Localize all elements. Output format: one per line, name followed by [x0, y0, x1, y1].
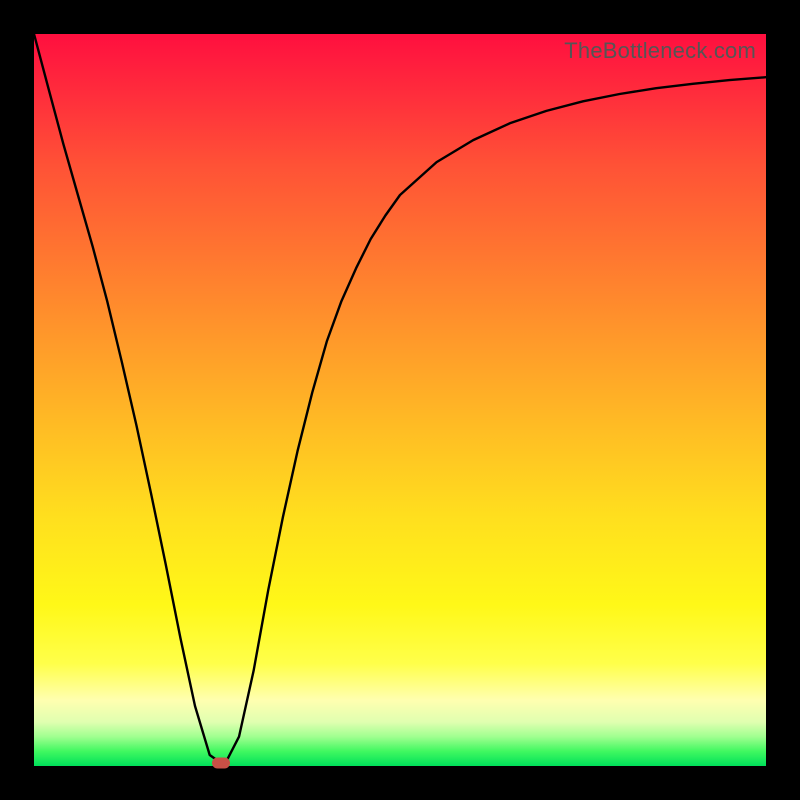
watermark-text: TheBottleneck.com — [564, 38, 756, 64]
bottleneck-curve — [34, 34, 766, 766]
chart-frame: TheBottleneck.com — [0, 0, 800, 800]
optimal-point-marker — [212, 758, 230, 769]
plot-area: TheBottleneck.com — [34, 34, 766, 766]
